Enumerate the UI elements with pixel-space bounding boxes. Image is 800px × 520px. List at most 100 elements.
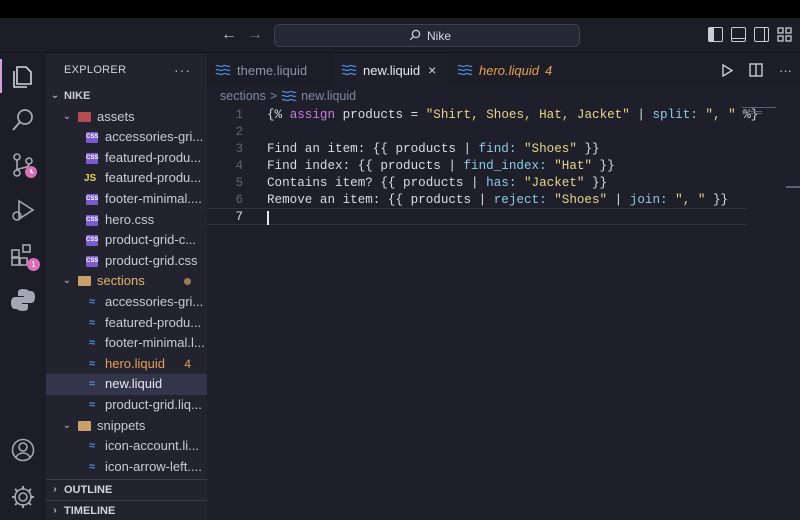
breadcrumb-folder[interactable]: sections <box>220 89 266 103</box>
toggle-primary-sidebar-icon[interactable] <box>708 27 723 42</box>
file-item-selected[interactable]: ≈ new.liquid <box>46 374 207 395</box>
file-item[interactable]: ≈ featured-produ... <box>46 313 207 334</box>
activity-bar: 1 <box>0 53 46 520</box>
python-icon[interactable] <box>9 286 37 314</box>
folder-assets[interactable]: ⌄ assets <box>46 107 207 128</box>
file-label: product-grid.liq... <box>105 396 202 412</box>
workspace-root-label: NIKE <box>64 90 91 102</box>
file-label: hero.liquid <box>105 355 165 371</box>
text-cursor <box>267 211 269 225</box>
minimap[interactable] <box>742 107 782 115</box>
tab-label: hero.liquid <box>479 62 539 78</box>
toggle-panel-icon[interactable] <box>731 27 746 42</box>
tab-theme-liquid[interactable]: theme.liquid <box>207 53 333 87</box>
more-actions-icon[interactable]: ··· <box>779 63 792 78</box>
scrollbar[interactable] <box>786 186 800 188</box>
explorer-title: EXPLORER <box>64 63 127 76</box>
explorer-icon[interactable] <box>9 62 37 90</box>
current-code-line: 7 <box>207 208 747 225</box>
customize-layout-icon[interactable] <box>777 27 792 42</box>
file-item-hero[interactable]: ≈ hero.liquid 4 <box>46 354 207 375</box>
css-file-icon: CSS <box>86 255 98 267</box>
file-item[interactable]: ≈ icon-arrow-left.... <box>46 457 207 478</box>
file-label: new.liquid <box>105 376 163 392</box>
file-label: featured-produ... <box>105 314 202 330</box>
css-file-icon: CSS <box>86 152 98 164</box>
css-file-icon: CSS <box>86 132 98 144</box>
close-tab-icon[interactable]: × <box>428 62 436 78</box>
editor-tabs: theme.liquid new.liquid × hero.liquid 4 … <box>207 53 800 87</box>
chevron-down-icon: ⌄ <box>62 419 72 431</box>
file-label: accessories-gri... <box>105 293 204 309</box>
file-item[interactable]: ≈ footer-minimal.l... <box>46 333 207 354</box>
code-editor[interactable]: 1 {% assign products = "Shirt, Shoes, Ha… <box>207 105 800 520</box>
code-line: 5 Contains item? {{ products | has: "Jac… <box>207 175 747 192</box>
liquid-file-icon: ≈ <box>88 357 96 370</box>
file-item[interactable]: ≈ icon-account.li... <box>46 436 207 457</box>
back-arrow-icon[interactable]: ← <box>220 25 238 45</box>
file-label: icon-arrow-left.... <box>105 458 202 474</box>
editor-actions: ··· <box>721 53 800 87</box>
file-item[interactable]: CSS accessories-gri... <box>46 127 207 148</box>
line-number: 7 <box>235 210 243 224</box>
chevron-right-icon: › <box>53 505 57 516</box>
file-item[interactable]: CSS product-grid-c... <box>46 230 207 251</box>
toggle-secondary-sidebar-icon[interactable] <box>754 27 769 42</box>
file-item[interactable]: ≈ accessories-gri... <box>46 292 207 313</box>
command-center-label: Nike <box>427 29 452 43</box>
line-number: 5 <box>235 176 243 190</box>
title-bar: ← → Nike <box>0 18 800 53</box>
liquid-file-icon <box>457 64 473 76</box>
file-item[interactable]: CSS featured-produ... <box>46 148 207 169</box>
liquid-file-icon: ≈ <box>88 398 96 411</box>
run-icon[interactable] <box>721 63 733 77</box>
tab-new-liquid[interactable]: new.liquid × <box>333 53 448 87</box>
file-item[interactable]: CSS footer-minimal.... <box>46 189 207 210</box>
split-editor-icon[interactable] <box>749 63 763 77</box>
outline-label: OUTLINE <box>64 484 113 496</box>
code-text: Remove an item: {{ products | reject: "S… <box>267 193 729 207</box>
chevron-down-icon: ⌄ <box>62 275 72 287</box>
breadcrumb-file[interactable]: new.liquid <box>301 89 356 103</box>
command-center[interactable]: Nike <box>274 24 580 47</box>
file-item[interactable]: JS featured-produ... <box>46 168 207 189</box>
code-line: 4 Find index: {{ products | find_index: … <box>207 158 747 175</box>
active-indicator <box>0 59 2 93</box>
folder-snippets[interactable]: ⌄ snippets <box>46 416 207 437</box>
folder-label: sections <box>97 273 145 289</box>
line-number: 3 <box>235 142 243 156</box>
file-item[interactable]: CSS product-grid.css <box>46 251 207 272</box>
search-icon[interactable] <box>9 106 37 134</box>
workspace-root[interactable]: ⌄ NIKE <box>46 86 207 107</box>
chevron-right-icon: › <box>53 484 57 495</box>
assets-folder-icon <box>78 111 91 122</box>
file-label: featured-produ... <box>105 149 202 165</box>
line-number: 2 <box>235 125 243 139</box>
source-control-icon[interactable] <box>9 151 37 179</box>
layout-controls <box>708 27 792 45</box>
chevron-down-icon: ⌄ <box>62 110 72 122</box>
tab-label: new.liquid <box>363 62 421 78</box>
code-line: 2 <box>207 124 747 141</box>
problem-count: 4 <box>184 356 191 371</box>
tab-hero-liquid[interactable]: hero.liquid 4 <box>449 53 569 87</box>
code-text: Find index: {{ products | find_index: "H… <box>267 159 615 173</box>
file-item[interactable]: ≈ product-grid.liq... <box>46 395 207 416</box>
liquid-file-icon: ≈ <box>88 337 96 350</box>
forward-arrow-icon[interactable]: → <box>246 25 264 45</box>
timeline-section[interactable]: › TIMELINE <box>46 500 207 520</box>
folder-label: snippets <box>97 417 146 433</box>
file-label: product-grid-c... <box>105 232 197 248</box>
liquid-file-icon <box>215 64 231 76</box>
tab-problem-count: 4 <box>545 62 553 78</box>
file-item[interactable]: CSS hero.css <box>46 210 207 231</box>
js-file-icon: JS <box>84 173 97 185</box>
file-label: product-grid.css <box>105 252 198 268</box>
run-debug-icon[interactable] <box>9 196 37 224</box>
extensions-icon[interactable]: 1 <box>9 241 40 271</box>
explorer-more-actions-icon[interactable]: ··· <box>174 62 191 78</box>
folder-sections[interactable]: ⌄ sections <box>46 271 207 292</box>
outline-section[interactable]: › OUTLINE <box>46 479 207 499</box>
account-icon[interactable] <box>9 436 37 464</box>
settings-gear-icon[interactable] <box>9 483 37 511</box>
